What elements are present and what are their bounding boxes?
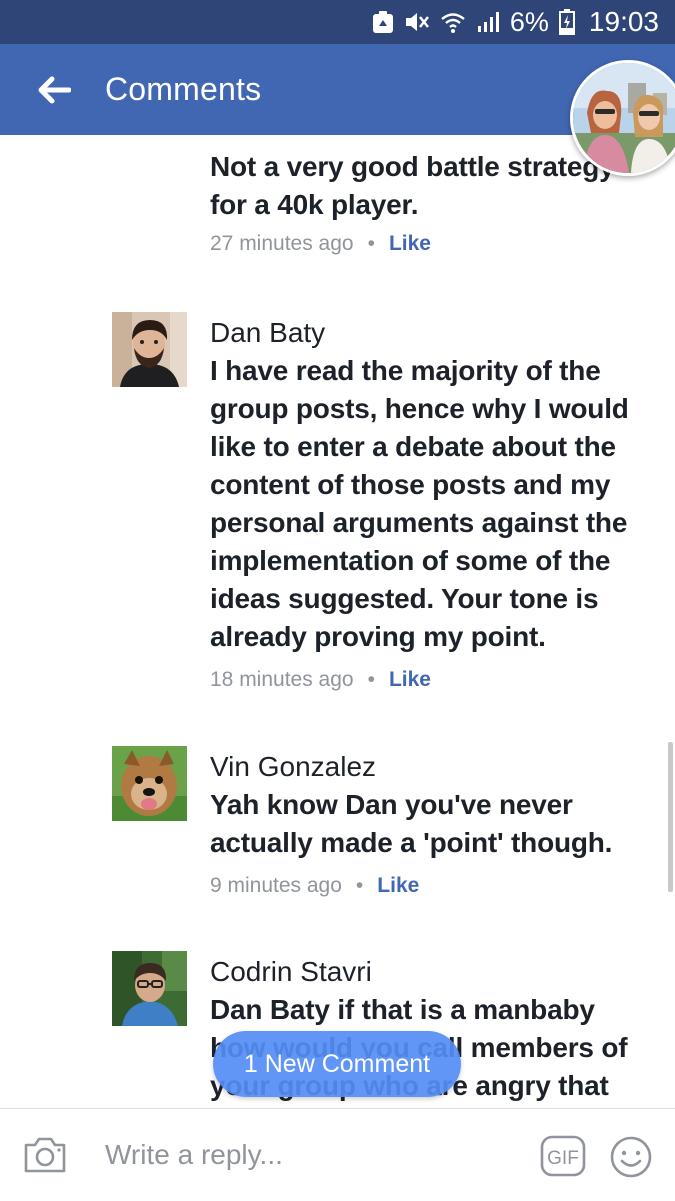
comment-meta: 27 minutes ago • Like xyxy=(210,232,431,256)
avatar[interactable] xyxy=(112,951,187,1026)
avatar[interactable] xyxy=(112,312,187,387)
status-bar: 6% 19:03 xyxy=(0,0,675,44)
recycle-icon xyxy=(372,10,394,34)
comment-time: 18 minutes ago xyxy=(210,668,354,691)
avatar[interactable] xyxy=(112,746,187,821)
gif-label: GIF xyxy=(547,1148,579,1169)
page-title: Comments xyxy=(105,71,262,107)
comment-text: I have read the majority of the group po… xyxy=(210,355,629,652)
comment-meta: 9 minutes ago • Like xyxy=(210,874,419,898)
comment-list[interactable]: Not a very good battle strategy for a 40… xyxy=(0,135,675,1108)
comment-text: Not a very good battle strategy for a 40… xyxy=(210,151,615,220)
mute-icon xyxy=(404,10,430,34)
comment-meta: 18 minutes ago • Like xyxy=(210,668,431,692)
arrow-left-icon xyxy=(38,76,71,104)
comment-text: Yah know Dan you've never actually made … xyxy=(210,789,613,858)
comment-author[interactable]: Dan Baty xyxy=(210,317,325,349)
comment-time: 27 minutes ago xyxy=(210,232,354,255)
status-time: 19:03 xyxy=(588,6,659,37)
battery-percent: 6% xyxy=(509,6,549,37)
signal-icon xyxy=(476,10,500,34)
smiley-icon xyxy=(610,1136,652,1178)
new-comment-button[interactable]: 1 New Comment xyxy=(213,1031,461,1097)
separator-dot: • xyxy=(367,668,375,691)
back-button[interactable] xyxy=(34,72,74,108)
reply-input[interactable] xyxy=(105,1133,505,1177)
like-button[interactable]: Like xyxy=(389,668,431,691)
gif-button[interactable]: GIF xyxy=(540,1135,586,1177)
comment-time: 9 minutes ago xyxy=(210,874,342,897)
wifi-icon xyxy=(440,10,466,34)
scrollbar[interactable] xyxy=(668,742,673,892)
separator-dot: • xyxy=(367,232,375,255)
camera-button[interactable] xyxy=(22,1135,68,1175)
emoji-button[interactable] xyxy=(609,1135,653,1179)
comment-author[interactable]: Vin Gonzalez xyxy=(210,751,376,783)
comment-author[interactable]: Codrin Stavri xyxy=(210,956,372,988)
like-button[interactable]: Like xyxy=(389,232,431,255)
separator-dot: • xyxy=(355,874,364,897)
like-button[interactable]: Like xyxy=(377,874,419,897)
battery-charging-icon xyxy=(558,9,575,35)
chat-head-avatar[interactable] xyxy=(570,60,675,176)
reply-composer: GIF xyxy=(0,1108,675,1201)
camera-icon xyxy=(24,1137,66,1173)
